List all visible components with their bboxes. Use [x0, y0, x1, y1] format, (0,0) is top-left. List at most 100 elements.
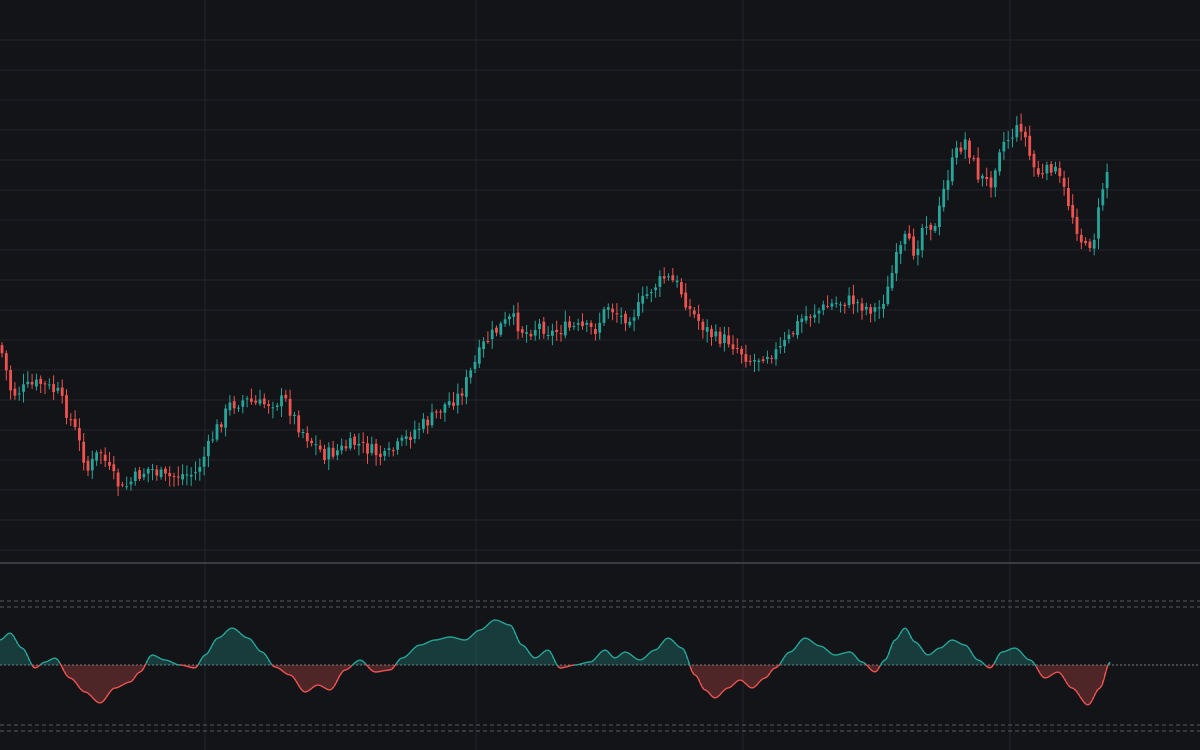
candle-down: [718, 331, 722, 344]
candle-up: [585, 322, 589, 325]
candle-up: [508, 316, 511, 320]
candle-up: [933, 226, 937, 231]
candle-up: [159, 469, 163, 478]
osc-line: [837, 653, 841, 656]
osc-line: [125, 681, 129, 684]
candle-down: [740, 348, 743, 355]
candle-down: [1058, 168, 1062, 177]
candle-down: [697, 314, 700, 321]
candle-down: [426, 419, 430, 426]
candle-up: [348, 438, 352, 449]
grid-lines: [0, 0, 1200, 750]
osc-line: [805, 637, 809, 640]
candle-up: [198, 467, 202, 472]
candle-up: [1045, 164, 1049, 174]
osc-line: [763, 677, 767, 679]
candle-up: [237, 407, 240, 409]
osc-line: [1069, 686, 1073, 689]
candle-down: [761, 359, 765, 361]
candle-up: [903, 234, 907, 244]
osc-line: [773, 667, 777, 669]
osc-line: [261, 651, 265, 654]
osc-line: [0, 638, 3, 641]
candle-down: [60, 387, 64, 396]
osc-line: [667, 637, 671, 640]
candle-down: [929, 224, 933, 230]
candle-down: [39, 378, 43, 384]
osc-line: [175, 663, 179, 666]
candle-down: [0, 345, 4, 354]
candle-up: [920, 228, 924, 251]
osc-line: [161, 658, 165, 661]
candle-up: [340, 445, 344, 451]
osc-line: [41, 661, 45, 664]
osc-line: [459, 638, 463, 641]
candle-down: [344, 446, 348, 449]
osc-line: [443, 636, 447, 639]
candle-down: [701, 321, 705, 331]
candle-up: [563, 321, 567, 336]
osc-line: [437, 638, 441, 641]
candle-up: [512, 313, 516, 317]
candle-up: [473, 361, 477, 369]
osc-line: [423, 642, 427, 645]
candle-down: [611, 308, 614, 313]
candle-up: [882, 303, 885, 309]
candle-up: [228, 402, 232, 411]
candle-up: [293, 414, 296, 416]
candle-up: [804, 316, 808, 321]
osc-line: [861, 661, 865, 664]
candle-down: [860, 303, 864, 311]
osc-line: [849, 651, 853, 654]
candle-down: [684, 292, 688, 308]
candle-down: [809, 316, 812, 318]
osc-line: [393, 663, 397, 668]
osc-line: [569, 664, 573, 667]
osc-line: [565, 665, 569, 668]
candle-down: [331, 447, 335, 457]
candle-down: [391, 450, 395, 452]
candle-down: [624, 313, 627, 324]
candle-up: [830, 303, 834, 307]
candle-up: [572, 326, 576, 327]
candle-up: [275, 405, 279, 407]
osc-line: [975, 658, 979, 661]
osc-line: [389, 668, 393, 671]
osc-line: [545, 649, 549, 652]
candle-up: [981, 175, 984, 179]
osc-line: [789, 650, 793, 653]
osc-line: [913, 640, 917, 643]
candle-down: [692, 310, 696, 315]
candle-down: [770, 357, 774, 359]
osc-line: [247, 637, 251, 640]
candle-down: [869, 307, 872, 314]
candle-up: [774, 349, 778, 360]
osc-line: [429, 639, 433, 642]
osc-line: [949, 639, 953, 642]
candle-down: [267, 404, 270, 406]
osc-line: [589, 660, 593, 663]
candle-down: [1084, 240, 1087, 244]
candle-down: [254, 400, 258, 403]
candle-up: [955, 147, 958, 158]
candle-down: [852, 295, 855, 305]
candle-up: [241, 400, 245, 407]
osc-line: [203, 654, 207, 657]
osc-line: [535, 656, 539, 659]
osc-line: [787, 651, 791, 654]
candle-down: [495, 327, 498, 333]
candle-down: [1049, 164, 1053, 173]
candle-up: [925, 226, 928, 228]
candle-up: [675, 280, 679, 283]
osc-line: [465, 638, 469, 641]
candle-up: [271, 407, 275, 409]
osc-line: [939, 646, 943, 649]
osc-line: [725, 687, 729, 690]
osc-line: [865, 663, 869, 667]
osc-line: [925, 653, 929, 656]
candle-up: [628, 321, 632, 326]
candle-down: [30, 382, 34, 385]
candle-up: [383, 451, 387, 456]
candle-up: [533, 330, 537, 336]
candle-down: [1028, 135, 1032, 156]
